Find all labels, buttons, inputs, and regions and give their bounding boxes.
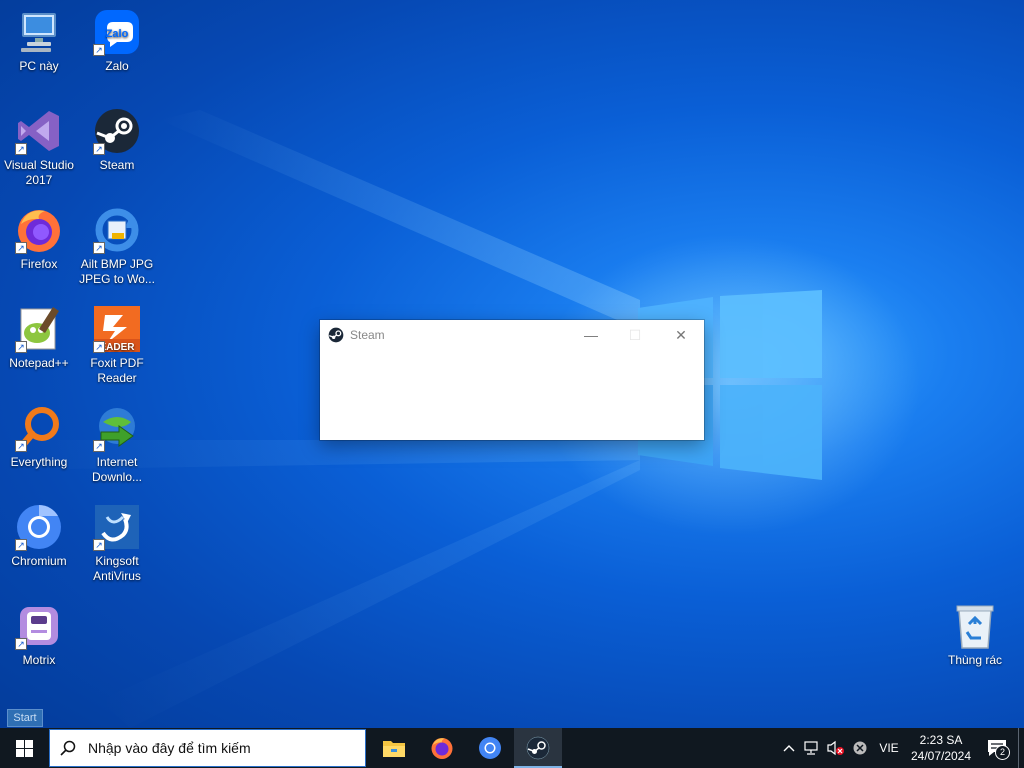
visual-studio-icon: ↗ [15, 107, 63, 155]
desktop-icon-foxit[interactable]: EADER ↗ Foxit PDF Reader [78, 305, 156, 386]
minimize-button[interactable]: — [568, 320, 614, 350]
show-hidden-icons-button[interactable] [778, 728, 800, 768]
clock-date: 24/07/2024 [910, 749, 972, 763]
desktop-icon-visual-studio[interactable]: ↗ Visual Studio 2017 [0, 107, 78, 188]
shortcut-arrow-icon: ↗ [15, 638, 27, 650]
volume-button[interactable] [824, 728, 848, 768]
svg-text:Zalo: Zalo [106, 28, 129, 40]
desktop-icon-label: Chromium [11, 554, 67, 568]
system-tray: VIE 2:23 SA 24/07/2024 2 [778, 728, 1024, 768]
start-button[interactable] [0, 728, 48, 768]
steam-icon: ↗ [93, 107, 141, 155]
desktop-icon-converter[interactable]: ↗ Ailt BMP JPG JPEG to Wo... [78, 206, 156, 287]
desktop-icon-label: Internet Downlo... [91, 455, 143, 484]
notepadpp-icon: ↗ [15, 305, 63, 353]
shortcut-arrow-icon: ↗ [93, 539, 105, 551]
taskbar-search-box[interactable] [49, 729, 366, 767]
shortcut-arrow-icon: ↗ [93, 440, 105, 452]
input-language-button[interactable]: VIE [872, 728, 906, 768]
steam-icon [328, 327, 344, 343]
network-button[interactable] [800, 728, 824, 768]
recycle-bin-icon [951, 602, 999, 650]
chromium-icon: ↗ [15, 503, 63, 551]
shortcut-arrow-icon: ↗ [15, 242, 27, 254]
close-circle-icon [853, 741, 867, 755]
taskbar-steam[interactable] [514, 728, 562, 768]
windows-start-icon [15, 739, 33, 757]
desktop-icon-label: Motrix [22, 653, 56, 667]
desktop-icon-zalo[interactable]: Zalo ↗ Zalo [78, 8, 156, 74]
shortcut-arrow-icon: ↗ [93, 242, 105, 254]
shortcut-arrow-icon: ↗ [15, 539, 27, 551]
everything-search-icon: ↗ [15, 404, 63, 452]
file-explorer-icon [383, 741, 405, 757]
steam-window-titlebar[interactable]: Steam — ☐ ✕ [320, 320, 704, 350]
desktop-icon-chromium[interactable]: ↗ Chromium [0, 503, 78, 569]
desktop-icon-steam[interactable]: ↗ Steam [78, 107, 156, 173]
antivirus-icon: ↗ [93, 503, 141, 551]
start-tooltip: Start [7, 709, 43, 727]
taskbar-firefox[interactable] [418, 728, 466, 768]
clock-time: 2:23 SA [919, 733, 963, 747]
clock-button[interactable]: 2:23 SA 24/07/2024 [906, 728, 976, 768]
maximize-button[interactable]: ☐ [612, 320, 658, 350]
shortcut-arrow-icon: ↗ [15, 440, 27, 452]
taskbar-file-explorer[interactable] [370, 728, 418, 768]
idm-icon: ↗ [93, 404, 141, 452]
desktop-icon-idm[interactable]: ↗ Internet Downlo... [78, 404, 156, 485]
shortcut-arrow-icon: ↗ [15, 341, 27, 353]
taskbar: VIE 2:23 SA 24/07/2024 2 [0, 728, 1024, 768]
chevron-up-icon [783, 745, 795, 752]
action-center-button[interactable]: 2 [976, 728, 1018, 768]
search-input[interactable] [86, 739, 350, 757]
steam-window[interactable]: Steam — ☐ ✕ [320, 320, 704, 440]
desktop-icon-motrix[interactable]: ↗ Motrix [0, 602, 78, 668]
desktop-icon-label: Everything [10, 455, 68, 469]
tray-app-button[interactable] [848, 728, 872, 768]
desktop-icon-label: Zalo [105, 59, 129, 73]
shortcut-arrow-icon: ↗ [15, 143, 27, 155]
desktop-icon-label: Visual Studio 2017 [4, 158, 74, 187]
desktop-icon-label: Notepad++ [9, 356, 69, 370]
shortcut-arrow-icon: ↗ [93, 143, 105, 155]
firefox-icon: ↗ [15, 206, 63, 254]
desktop-icon-everything[interactable]: ↗ Everything [0, 404, 78, 470]
desktop-icon-label: Firefox [20, 257, 58, 271]
foxit-icon: EADER ↗ [93, 305, 141, 353]
desktop-icon-label: Foxit PDF Reader [90, 356, 144, 385]
desktop-icon-recycle-bin[interactable]: Thùng rác [936, 602, 1014, 668]
shortcut-arrow-icon: ↗ [93, 341, 105, 353]
volume-muted-icon [827, 740, 844, 756]
steam-icon [526, 736, 550, 760]
motrix-icon: ↗ [15, 602, 63, 650]
chromium-icon [479, 737, 501, 759]
desktop-icon-firefox[interactable]: ↗ Firefox [0, 206, 78, 272]
converter-icon: ↗ [93, 206, 141, 254]
search-icon [50, 740, 86, 756]
window-title: Steam [350, 328, 385, 342]
desktop-icon-label: PC này [19, 59, 59, 73]
desktop-icon-label: Ailt BMP JPG JPEG to Wo... [79, 257, 155, 286]
notification-badge: 2 [995, 745, 1010, 760]
desktop-icon-label: Steam [99, 158, 135, 172]
zalo-icon: Zalo ↗ [93, 8, 141, 56]
desktop-icon-label: Thùng rác [947, 653, 1003, 667]
show-desktop-button[interactable] [1018, 728, 1024, 768]
network-icon [804, 741, 818, 755]
desktop-icon-label: Kingsoft AntiVirus [93, 554, 141, 583]
shortcut-arrow-icon: ↗ [93, 44, 105, 56]
close-button[interactable]: ✕ [658, 320, 704, 350]
taskbar-chromium[interactable] [466, 728, 514, 768]
desktop-icon-pc[interactable]: PC này [0, 8, 78, 74]
desktop-icon-notepadpp[interactable]: ↗ Notepad++ [0, 305, 78, 371]
computer-icon [15, 8, 63, 56]
desktop-icon-kingsoft[interactable]: ↗ Kingsoft AntiVirus [78, 503, 156, 584]
firefox-icon [431, 738, 453, 759]
